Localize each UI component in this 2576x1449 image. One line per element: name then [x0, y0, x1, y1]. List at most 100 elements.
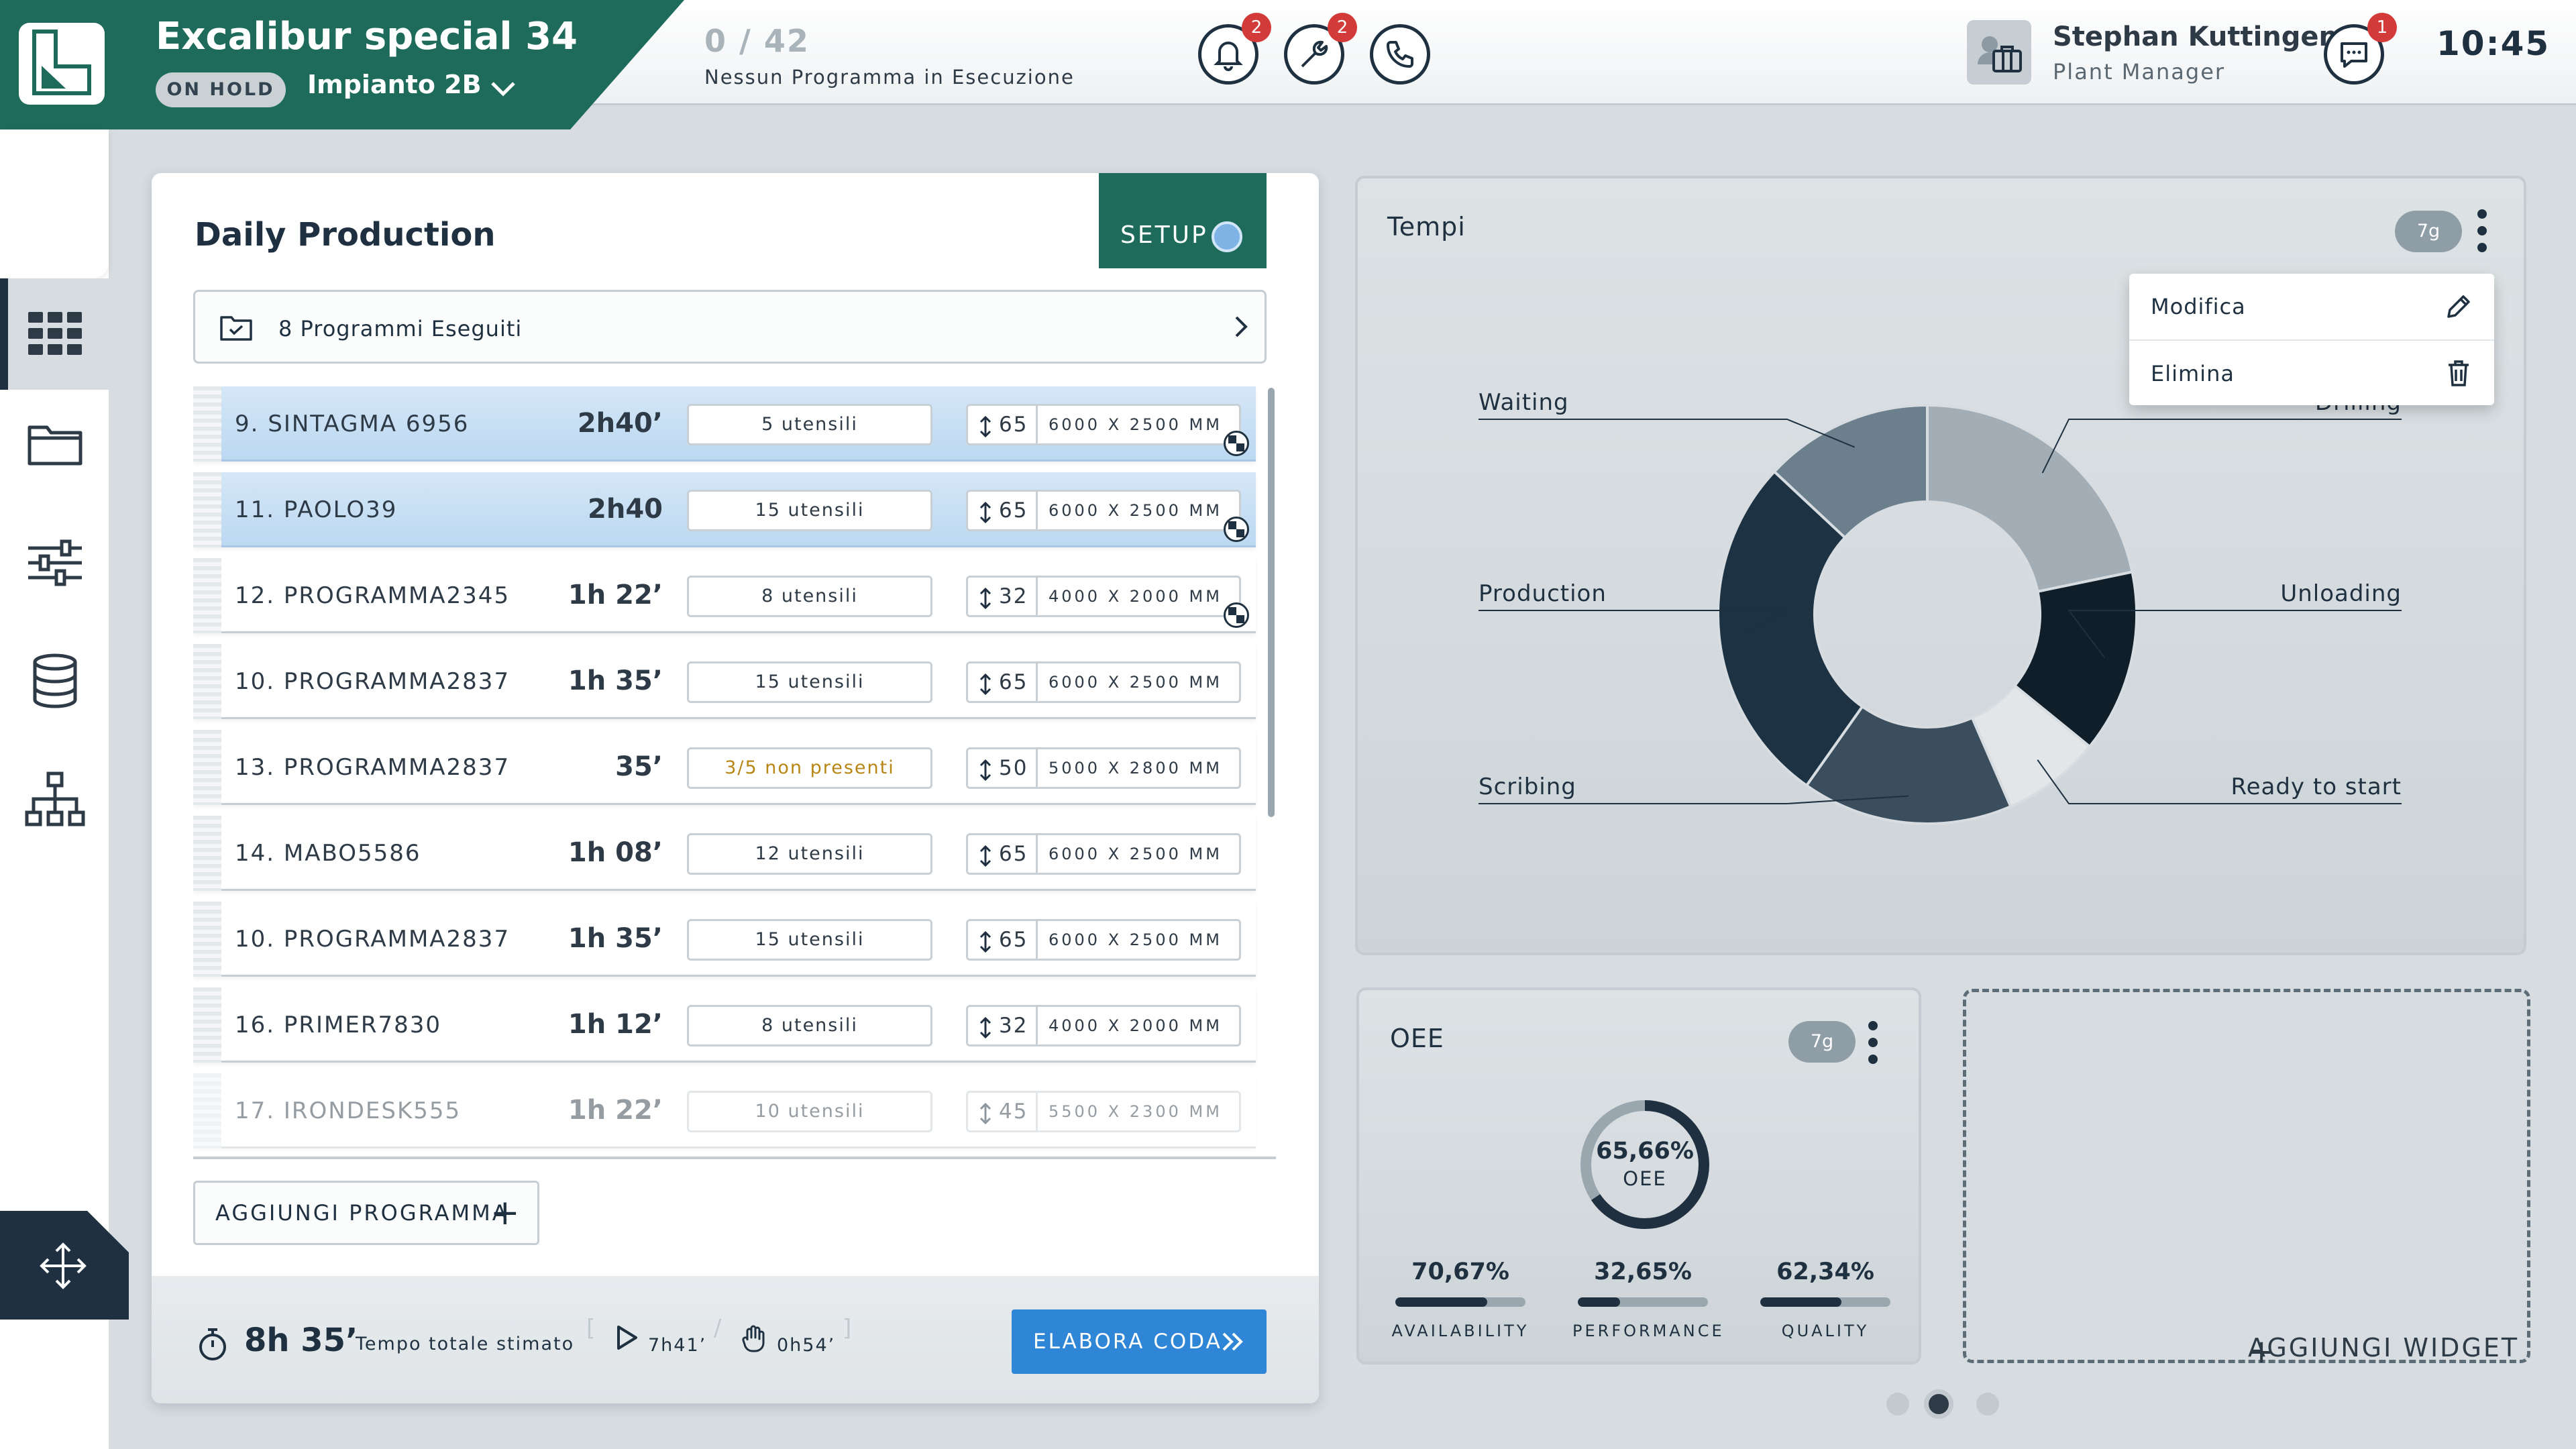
program-row[interactable]: 10. PROGRAMMA2837 1h 35’ 15 utensili 65 6000… — [193, 902, 1256, 977]
dimensions-chip: 6000 X 2500 MM — [1036, 661, 1241, 703]
menu-item-delete[interactable]: Elimina — [2129, 339, 2494, 405]
oee-value: 65,66% — [1596, 1138, 1694, 1165]
page-dot[interactable] — [1886, 1393, 1909, 1415]
tools-chip[interactable]: 12 utensili — [687, 833, 932, 875]
badge-id-icon — [1978, 36, 2022, 72]
dimensions-chip: 6000 X 2500 MM — [1036, 833, 1241, 875]
context-menu: Modifica Elimina — [2129, 274, 2494, 405]
process-queue-button[interactable]: ELABORA CODA — [1012, 1309, 1267, 1374]
dimensions-chip: 6000 X 2500 MM — [1036, 919, 1241, 961]
chevron-down-icon[interactable] — [488, 74, 518, 103]
chevron-right-icon — [1235, 316, 1248, 337]
quantity-chip[interactable]: 65 — [966, 833, 1036, 875]
program-row[interactable]: 10. PROGRAMMA2837 1h 35’ 15 utensili 65 6000… — [193, 644, 1256, 719]
program-row[interactable]: 9. SINTAGMA 6956 2h40’ 5 utensili 65 6000 X … — [193, 386, 1256, 462]
sidebar-item-dashboard[interactable] — [0, 278, 109, 390]
sliders-icon[interactable] — [24, 532, 86, 594]
menu-item-edit[interactable]: Modifica — [2129, 274, 2494, 339]
drag-handle[interactable] — [193, 386, 221, 462]
tools-chip[interactable]: 15 utensili — [687, 490, 932, 531]
drag-handle[interactable] — [193, 987, 221, 1063]
widget-title: OEE — [1390, 1024, 1444, 1053]
quantity-value: 65 — [999, 842, 1028, 866]
donut-label: Ready to start — [2231, 773, 2402, 800]
drag-handle[interactable] — [193, 1073, 221, 1148]
tools-chip[interactable]: 15 utensili — [687, 919, 932, 961]
plus-icon: + — [2248, 1333, 2277, 1371]
drag-handle[interactable] — [193, 644, 221, 719]
setup-indicator — [1212, 221, 1242, 252]
double-chevron-right-icon — [1222, 1332, 1243, 1351]
program-duration: 2h40 — [588, 494, 663, 525]
program-row[interactable]: 11. PAOLO39 2h40 15 utensili 65 6000 X 2500 … — [193, 472, 1256, 547]
quantity-chip[interactable]: 65 — [966, 919, 1036, 961]
database-icon[interactable] — [24, 650, 86, 712]
kpi-bar-fill — [1395, 1297, 1488, 1307]
program-name: 12. PROGRAMMA2345 — [235, 582, 511, 609]
run-time: 7h41’ — [648, 1335, 707, 1356]
phone-icon — [1387, 41, 1413, 68]
quantity-value: 45 — [999, 1099, 1028, 1124]
plus-icon: + — [490, 1193, 522, 1233]
notifications-button[interactable]: 2 — [1198, 13, 1271, 85]
tools-chip[interactable]: 15 utensili — [687, 661, 932, 703]
add-program-button[interactable]: AGGIUNGI PROGRAMMA + — [193, 1181, 539, 1245]
setup-toggle[interactable]: SETUP — [1099, 173, 1267, 268]
program-row[interactable]: 14. MABO5586 1h 08’ 12 utensili 65 6000 X 25… — [193, 816, 1256, 891]
program-name: 13. PROGRAMMA2837 — [235, 754, 511, 781]
app-logo[interactable] — [19, 23, 105, 105]
phone-button[interactable] — [1370, 24, 1430, 85]
tools-chip[interactable]: 10 utensili — [687, 1091, 932, 1132]
program-row[interactable]: 13. PROGRAMMA2837 35’ 3/5 non presenti 50 50… — [193, 730, 1256, 805]
executed-programs-label: 8 Programmi Eseguiti — [278, 316, 523, 341]
move-button[interactable] — [0, 1211, 129, 1320]
tools-chip[interactable]: 8 utensili — [687, 576, 932, 617]
kpi-label: AVAILABILITY — [1391, 1322, 1529, 1340]
program-name: 10. PROGRAMMA2837 — [235, 926, 511, 953]
user-role: Plant Manager — [2053, 59, 2226, 85]
program-row[interactable]: 17. IRONDESK555 1h 22’ 10 utensili 45 5500 X… — [193, 1073, 1256, 1148]
program-duration: 1h 35’ — [568, 665, 663, 696]
hierarchy-icon[interactable] — [24, 768, 86, 830]
quantity-chip[interactable]: 65 — [966, 661, 1036, 703]
tools-chip[interactable]: 8 utensili — [687, 1005, 932, 1046]
quantity-chip[interactable]: 45 — [966, 1091, 1036, 1132]
kpi-bar-fill — [1578, 1297, 1621, 1307]
drag-handle[interactable] — [193, 816, 221, 891]
donut-slice-drilling[interactable] — [1926, 403, 2134, 594]
more-vert-icon[interactable] — [1865, 1021, 1881, 1068]
leader-line — [2041, 419, 2402, 474]
program-duration: 1h 12’ — [568, 1009, 663, 1040]
drag-handle[interactable] — [193, 902, 221, 977]
quantity-chip[interactable]: 32 — [966, 1005, 1036, 1046]
add-widget-button[interactable]: AGGIUNGI WIDGET + — [1963, 989, 2530, 1371]
quantity-chip[interactable]: 65 — [966, 404, 1036, 445]
plant-selector-label[interactable]: Impianto 2B — [307, 70, 482, 99]
page-dot[interactable] — [1976, 1393, 1999, 1415]
user-name[interactable]: Stephan Kuttingen — [2053, 21, 2338, 52]
program-list-scrollbar[interactable] — [1268, 388, 1275, 817]
dimensions-chip: 6000 X 2500 MM — [1036, 404, 1241, 445]
add-widget-text: AGGIUNGI WIDGET — [2248, 1333, 2520, 1362]
quantity-value: 65 — [999, 928, 1028, 952]
folder-icon[interactable] — [24, 414, 86, 476]
user-avatar[interactable] — [1967, 20, 2031, 85]
period-pill[interactable]: 7g — [1788, 1021, 1856, 1063]
kpi-bar-fill — [1760, 1297, 1841, 1307]
tools-chip[interactable]: 3/5 non presenti — [687, 747, 932, 789]
program-row[interactable]: 16. PRIMER7830 1h 12’ 8 utensili 32 4000 X 2… — [193, 987, 1256, 1063]
quantity-chip[interactable]: 32 — [966, 576, 1036, 617]
quantity-chip[interactable]: 50 — [966, 747, 1036, 789]
drag-handle[interactable] — [193, 730, 221, 805]
quantity-chip[interactable]: 65 — [966, 490, 1036, 531]
drag-handle[interactable] — [193, 472, 221, 547]
tools-chip[interactable]: 5 utensili — [687, 404, 932, 445]
program-row[interactable]: 12. PROGRAMMA2345 1h 22’ 8 utensili 32 4000 … — [193, 558, 1256, 633]
tools-button[interactable]: 2 — [1284, 13, 1357, 85]
executed-programs-row[interactable]: 8 Programmi Eseguiti — [193, 290, 1267, 364]
drag-handle[interactable] — [193, 558, 221, 633]
page-dot-active[interactable] — [1924, 1389, 1953, 1419]
messages-button[interactable]: 1 — [2324, 13, 2397, 85]
program-list: 9. SINTAGMA 6956 2h40’ 5 utensili 65 6000 X … — [193, 386, 1267, 1151]
daily-production-card: Daily Production SETUP 8 Programmi Esegu… — [152, 173, 1319, 1403]
